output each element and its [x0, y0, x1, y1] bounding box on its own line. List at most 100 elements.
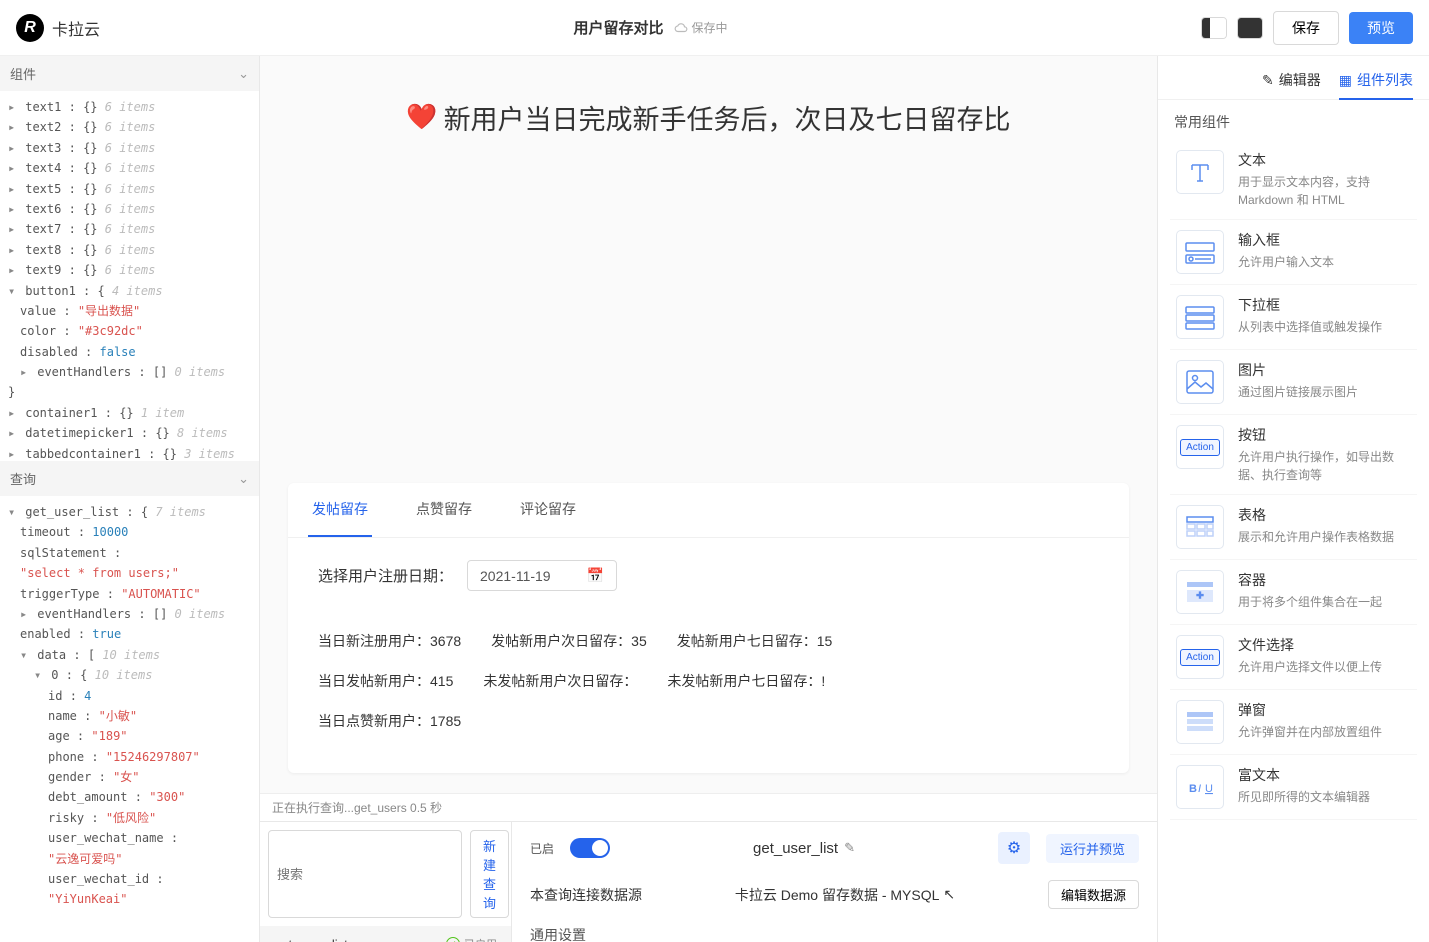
tree-prop[interactable]: ▸ eventHandlers : [] 0 items	[4, 362, 255, 382]
component-card-text[interactable]: 文本 用于显示文本内容，支持 Markdown 和 HTML	[1170, 140, 1417, 220]
action-icon: Action	[1176, 425, 1224, 469]
brand: R 卡拉云	[16, 14, 100, 42]
svg-text:B: B	[1189, 783, 1197, 795]
component-card-input[interactable]: 输入框 允许用户输入文本	[1170, 220, 1417, 285]
tree-item-text5[interactable]: ▸ text5 : {} 6 items	[4, 179, 255, 199]
brand-logo-icon: R	[16, 14, 44, 42]
save-status: 保存中	[674, 19, 728, 36]
tree-prop: gender : "女"	[4, 767, 255, 787]
component-card-action[interactable]: Action 按钮 允许用户执行操作，如导出数据、执行查询等	[1170, 415, 1417, 495]
tree-query-root[interactable]: ▾ get_user_list : { 7 items	[4, 502, 255, 522]
tree-item-0[interactable]: ▾ 0 : { 10 items	[4, 665, 255, 685]
stat-item: 未发帖新用户七日留存：!	[667, 671, 825, 691]
grid-icon: ▦	[1339, 72, 1352, 89]
component-card-action[interactable]: Action 文件选择 允许用户选择文件以便上传	[1170, 625, 1417, 690]
stat-item: 未发帖新用户次日留存：	[483, 671, 637, 691]
tree-item-text4[interactable]: ▸ text4 : {} 6 items	[4, 158, 255, 178]
new-query-button[interactable]: 新建查询	[470, 830, 509, 918]
tree-item-text8[interactable]: ▸ text8 : {} 6 items	[4, 240, 255, 260]
tree-item-text7[interactable]: ▸ text7 : {} 6 items	[4, 219, 255, 239]
query-section-header[interactable]: 查询⌄	[0, 461, 259, 496]
tab-editor[interactable]: ✎编辑器	[1262, 70, 1321, 100]
component-card-rich[interactable]: BIU 富文本 所见即所得的文本编辑器	[1170, 755, 1417, 820]
query-search-input[interactable]	[268, 830, 462, 918]
tree-item-text2[interactable]: ▸ text2 : {} 6 items	[4, 117, 255, 137]
component-card-image[interactable]: 图片 通过图片链接展示图片	[1170, 350, 1417, 415]
tree-prop: sqlStatement :"select * from users;"	[4, 543, 255, 584]
tree-close: }	[4, 382, 255, 402]
component-desc: 允许用户选择文件以便上传	[1238, 658, 1382, 676]
tree-item-text1[interactable]: ▸ text1 : {} 6 items	[4, 97, 255, 117]
components-section-header[interactable]: 组件⌄	[0, 56, 259, 91]
retention-card: 发帖留存点赞留存评论留存 选择用户注册日期： 2021-11-19 📅 当日新注…	[288, 483, 1129, 773]
tree-prop: id : 4	[4, 686, 255, 706]
datasource-label: 本查询连接数据源	[530, 885, 642, 905]
component-desc: 允许弹窗并在内部放置组件	[1238, 723, 1382, 741]
svg-text:I: I	[1198, 783, 1201, 795]
check-icon: ✓	[446, 937, 460, 942]
component-card-table[interactable]: 表格 展示和允许用户操作表格数据	[1170, 495, 1417, 560]
enabled-badge: ✓已启用	[446, 936, 497, 942]
tree-prop: age : "189"	[4, 726, 255, 746]
heart-icon: ❤️	[406, 103, 437, 132]
tree-item-text3[interactable]: ▸ text3 : {} 6 items	[4, 138, 255, 158]
tree-prop: debt_amount : "300"	[4, 787, 255, 807]
datasource-value: 卡拉云 Demo 留存数据 - MYSQL↖	[735, 885, 955, 905]
settings-button[interactable]: ⚙	[998, 832, 1030, 864]
component-card-select[interactable]: 下拉框 从列表中选择值或触发操作	[1170, 285, 1417, 350]
tab-2[interactable]: 评论留存	[516, 483, 580, 537]
tab-1[interactable]: 点赞留存	[412, 483, 476, 537]
tree-prop: disabled : false	[4, 342, 255, 362]
page-title: 用户留存对比	[573, 17, 663, 38]
tab-component-list[interactable]: ▦组件列表	[1339, 70, 1413, 100]
stat-item: 发帖新用户次日留存：35	[491, 631, 647, 651]
component-desc: 允许用户输入文本	[1238, 253, 1334, 271]
layout-full-button[interactable]	[1237, 17, 1263, 39]
tree-prop: triggerType : "AUTOMATIC"	[4, 584, 255, 604]
tree-item-text6[interactable]: ▸ text6 : {} 6 items	[4, 199, 255, 219]
tree-prop: user_wechat_id :"YiYunKeai"	[4, 869, 255, 910]
run-preview-button[interactable]: 运行并预览	[1046, 834, 1139, 863]
query-row-get_user_list[interactable]: get_user_list✓已启用	[260, 926, 511, 942]
tree-prop: timeout : 10000	[4, 522, 255, 542]
tree-item-tabbedcontainer1[interactable]: ▸ tabbedcontainer1 : {} 3 items	[4, 444, 255, 461]
brand-name: 卡拉云	[52, 16, 100, 40]
component-title: 按钮	[1238, 425, 1411, 445]
edit-icon: ✎	[844, 840, 855, 856]
enabled-toggle[interactable]	[570, 838, 610, 858]
date-picker[interactable]: 2021-11-19 📅	[467, 560, 617, 591]
rich-icon: BIU	[1176, 765, 1224, 809]
stat-item: 发帖新用户七日留存：15	[677, 631, 833, 651]
text-icon	[1176, 150, 1224, 194]
tree-prop[interactable]: ▸ eventHandlers : [] 0 items	[4, 604, 255, 624]
tree-item-container1[interactable]: ▸ container1 : {} 1 item	[4, 403, 255, 423]
preview-button[interactable]: 预览	[1349, 12, 1413, 44]
tree-prop: user_wechat_name :"云逸可爱吗"	[4, 828, 255, 869]
image-icon	[1176, 360, 1224, 404]
component-title: 容器	[1238, 570, 1382, 590]
input-icon	[1176, 230, 1224, 274]
edit-datasource-button[interactable]: 编辑数据源	[1048, 880, 1139, 909]
component-title: 富文本	[1238, 765, 1370, 785]
container-icon: +	[1176, 570, 1224, 614]
tree-item-text9[interactable]: ▸ text9 : {} 6 items	[4, 260, 255, 280]
tree-prop: risky : "低风险"	[4, 808, 255, 828]
component-card-modal[interactable]: 弹窗 允许弹窗并在内部放置组件	[1170, 690, 1417, 755]
tree-item-button1[interactable]: ▾ button1 : { 4 items	[4, 281, 255, 301]
save-button[interactable]: 保存	[1273, 11, 1339, 45]
tree-item-datetimepicker1[interactable]: ▸ datetimepicker1 : {} 8 items	[4, 423, 255, 443]
component-desc: 用于显示文本内容，支持 Markdown 和 HTML	[1238, 173, 1411, 209]
tab-0[interactable]: 发帖留存	[308, 483, 372, 537]
action-icon: Action	[1176, 635, 1224, 679]
component-desc: 允许用户执行操作，如导出数据、执行查询等	[1238, 448, 1411, 484]
component-card-container[interactable]: + 容器 用于将多个组件集合在一起	[1170, 560, 1417, 625]
query-name-display[interactable]: get_user_list✎	[626, 840, 982, 857]
tree-prop: color : "#3c92dc"	[4, 321, 255, 341]
layout-sidebar-left-button[interactable]	[1201, 17, 1227, 39]
tree-prop: name : "小敏"	[4, 706, 255, 726]
tree-data[interactable]: ▾ data : [ 10 items	[4, 645, 255, 665]
component-desc: 展示和允许用户操作表格数据	[1238, 528, 1394, 546]
stat-item: 当日点赞新用户：1785	[318, 711, 461, 731]
component-title: 图片	[1238, 360, 1358, 380]
component-desc: 所见即所得的文本编辑器	[1238, 788, 1370, 806]
